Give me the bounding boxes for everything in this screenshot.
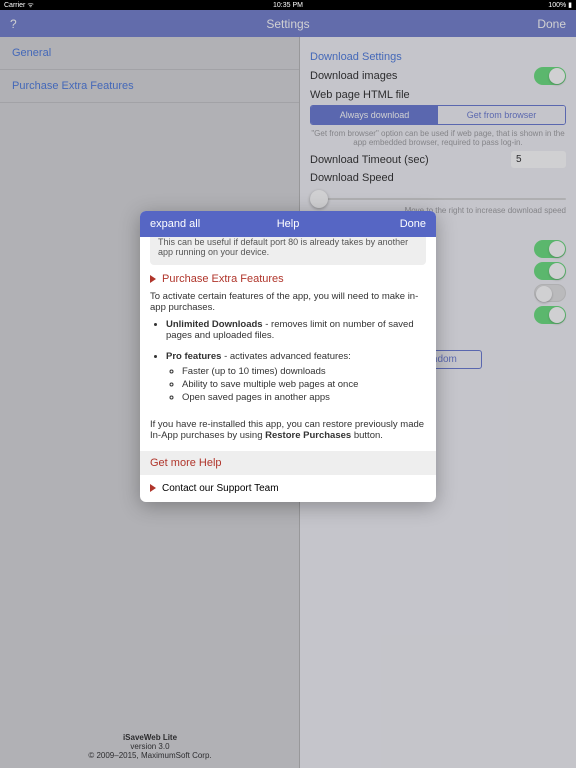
feature-pro: Pro features - activates advanced featur… [166,351,426,403]
contact-row[interactable]: Contact our Support Team [140,475,436,502]
section-purchase: Purchase Extra Features To activate cert… [140,273,436,441]
help-title: Help [277,218,300,230]
prev-section-text: This can be useful if default port 80 is… [150,237,426,265]
expand-all-button[interactable]: expand all [150,218,200,230]
clock: 10:35 PM [273,2,303,9]
help-body: This can be useful if default port 80 is… [140,237,436,502]
triangle-icon [150,484,156,492]
pro-f2: Ability to save multiple web pages at on… [182,379,426,390]
status-bar: Carrier ᯤ 10:35 PM 100% ▮ [0,0,576,10]
get-more-help-header: Get more Help [140,451,436,475]
feature-unlimited: Unlimited Downloads - removes limit on n… [166,319,426,341]
help-done-button[interactable]: Done [400,218,426,230]
help-navbar: expand all Help Done [140,211,436,237]
triangle-icon [150,275,156,283]
restore-text: If you have re-installed this app, you c… [150,419,426,441]
battery: 100% ▮ [548,1,572,9]
pro-f1: Faster (up to 10 times) downloads [182,366,426,377]
pro-f3: Open saved pages in another apps [182,392,426,403]
purchase-header[interactable]: Purchase Extra Features [150,273,426,285]
carrier: Carrier ᯤ [4,1,34,10]
purchase-intro: To activate certain features of the app,… [150,291,426,313]
help-modal: expand all Help Done This can be useful … [140,211,436,502]
